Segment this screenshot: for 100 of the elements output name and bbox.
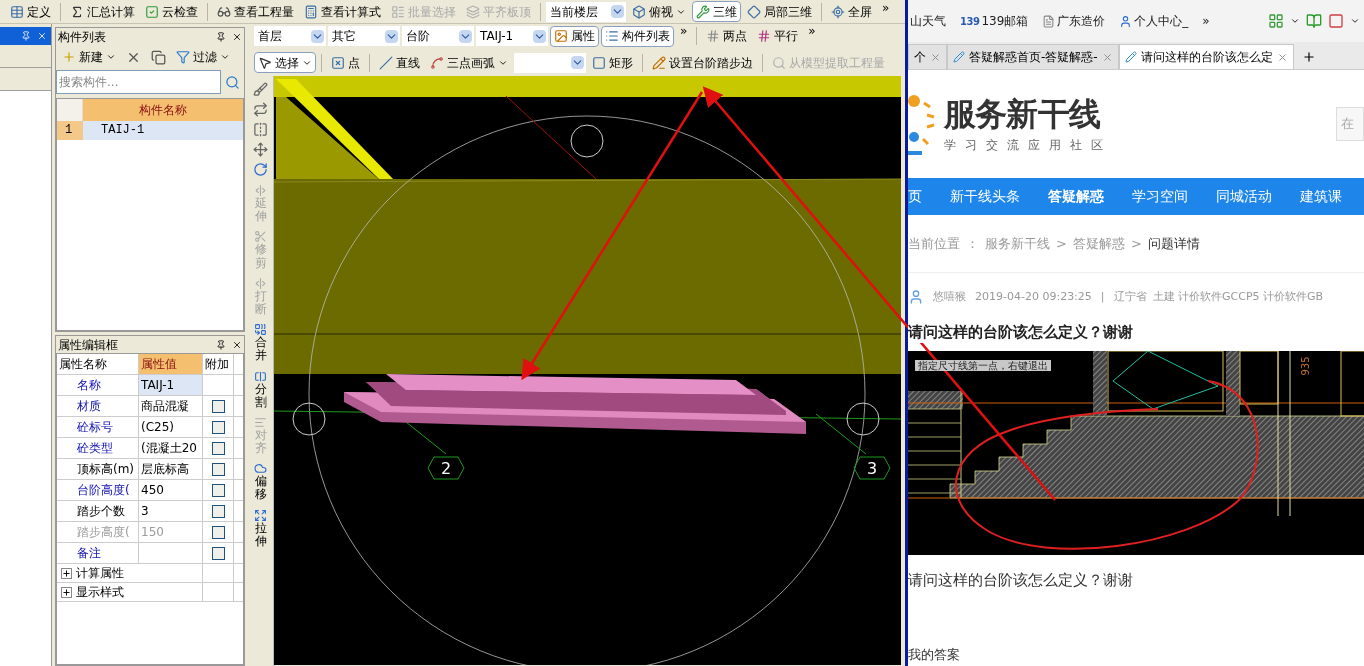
question-title: 请问这样的台阶该怎么定义？谢谢 — [908, 320, 1133, 344]
post-date: 2019-04-20 09:23:25 — [975, 288, 1092, 305]
more-button[interactable]: » — [676, 23, 692, 39]
dropdown-field[interactable]: TAIJ-1 — [476, 26, 548, 46]
property-value[interactable]: 450 — [139, 480, 203, 500]
property-value[interactable]: 商品混凝 — [139, 396, 203, 416]
toolbar-button[interactable]: 查看工程量 — [213, 1, 298, 22]
property-value[interactable]: TAIJ-1 — [139, 375, 203, 395]
nav-link[interactable]: 同城活动 — [1216, 186, 1272, 207]
caret-icon[interactable] — [1350, 16, 1360, 26]
list-icon — [391, 4, 405, 19]
toolbar-button[interactable]: 平行 — [753, 25, 803, 47]
search-icon — [772, 55, 786, 70]
column-header: 属性值 — [139, 354, 203, 374]
close-icon[interactable] — [232, 339, 242, 350]
more-button[interactable]: » — [878, 0, 894, 16]
table-cell[interactable]: TAIJ-1 — [83, 121, 243, 140]
toolbar-button[interactable]: 汇总计算 — [66, 1, 139, 22]
checkbox[interactable] — [211, 462, 225, 476]
property-value[interactable]: 3 — [139, 501, 203, 521]
browser-tab[interactable]: 答疑解惑首页-答疑解惑- — [947, 44, 1119, 69]
checkbox[interactable] — [211, 420, 225, 434]
toolbar-button[interactable]: 三点画弧 — [426, 52, 512, 73]
expand-toggle[interactable] — [61, 586, 72, 598]
property-name: 踏步个数 — [57, 501, 139, 521]
toolbar-button[interactable]: 云检查 — [141, 1, 202, 22]
property-name: 砼类型 — [57, 438, 139, 458]
column-header[interactable]: 构件名称 — [83, 99, 243, 121]
property-name: 材质 — [57, 396, 139, 416]
axis-label-marker: 2 — [427, 456, 465, 480]
toolbar-button[interactable]: 直线 — [375, 52, 424, 73]
toolbar-button[interactable]: 定义 — [6, 1, 55, 22]
toolbar-button[interactable]: 查看计算式 — [300, 1, 385, 22]
expand-toggle[interactable] — [61, 567, 72, 579]
reader-icon[interactable] — [1328, 13, 1344, 29]
checkbox[interactable] — [211, 546, 225, 560]
dropdown-field[interactable]: 当前楼层 — [546, 1, 626, 22]
search-icon[interactable] — [225, 74, 240, 90]
toolbar-button[interactable]: 三维 — [692, 1, 741, 22]
more-button[interactable]: » — [804, 23, 820, 39]
tool-button[interactable]: 拉伸 — [254, 506, 267, 548]
toolbar-button[interactable]: 全屏 — [827, 1, 876, 22]
bookmark-link[interactable]: 山天气 — [910, 12, 946, 30]
checkbox[interactable] — [211, 483, 225, 497]
nav-link[interactable]: 建筑课 — [1300, 186, 1342, 207]
tool-button[interactable]: 分割 — [254, 367, 267, 409]
mirror-icon[interactable] — [253, 122, 268, 137]
search-field[interactable]: 搜索构件... — [56, 70, 221, 94]
toolbar-button[interactable]: 俯视 — [628, 1, 690, 22]
bookmark-link[interactable]: 139 139邮箱 — [960, 12, 1029, 30]
toolbar-button[interactable]: 设置台阶踏步边 — [648, 52, 757, 73]
merge-icon — [254, 323, 267, 337]
browser-tab[interactable]: 个 — [908, 44, 947, 69]
nav-link[interactable]: 答疑解惑 — [1048, 186, 1104, 207]
dropdown-field[interactable]: 台阶 — [402, 26, 474, 46]
bookmark-link[interactable]: 个人中心_ — [1119, 12, 1189, 30]
toolbar-button[interactable]: 构件列表 — [601, 25, 674, 47]
dropdown-field[interactable]: 首层 — [254, 26, 326, 46]
toolbar-button[interactable]: 属性 — [550, 25, 599, 47]
toolbar-button[interactable]: 新建 — [58, 46, 120, 68]
nav-link[interactable]: 页 — [908, 186, 922, 207]
book-icon[interactable] — [1306, 13, 1322, 29]
toolbar-button[interactable]: 两点 — [702, 25, 752, 47]
extend-icon — [254, 184, 267, 197]
apps-icon[interactable] — [1268, 13, 1284, 29]
checkbox[interactable] — [211, 399, 225, 413]
nav-link[interactable]: 新干线头条 — [950, 186, 1020, 207]
rotate-icon[interactable] — [253, 162, 268, 177]
tab-title: 个 — [914, 49, 926, 66]
bookmark-link[interactable]: 广东造价 — [1042, 12, 1106, 30]
toolbar-button[interactable]: 过滤 — [172, 46, 234, 68]
caret-icon — [611, 5, 624, 18]
property-value[interactable]: (混凝土20 — [139, 438, 203, 458]
rectangle-icon — [592, 55, 606, 70]
toolbar-button[interactable]: 选择 — [254, 52, 316, 73]
pin-icon[interactable] — [216, 339, 226, 350]
close-icon[interactable] — [232, 31, 242, 42]
toolbar-button[interactable]: 局部三维 — [743, 1, 816, 22]
move-icon[interactable] — [253, 142, 268, 157]
dropdown-field[interactable] — [514, 52, 586, 73]
new-tab-icon[interactable] — [1301, 50, 1316, 64]
tool-button[interactable]: 合并 — [254, 321, 267, 363]
pin-icon[interactable] — [216, 31, 226, 42]
checkbox[interactable] — [211, 504, 225, 518]
caret-icon[interactable] — [1290, 16, 1300, 26]
dropdown-field[interactable]: 其它 — [328, 26, 400, 46]
3d-viewport[interactable]: 2 3 — [274, 76, 901, 665]
property-value[interactable]: 层底标高 — [139, 459, 203, 479]
browser-tab[interactable]: 请问这样的台阶该怎么定 — [1118, 44, 1294, 69]
toolbar-button[interactable]: 点 — [327, 52, 364, 73]
brush-icon[interactable] — [253, 82, 268, 97]
toolbar-button[interactable]: 矩形 — [588, 52, 637, 73]
checkbox[interactable] — [211, 441, 225, 455]
nav-link[interactable]: 学习空间 — [1132, 186, 1188, 207]
property-value[interactable]: (C25) — [139, 417, 203, 437]
bookmark-link[interactable]: » — [1202, 12, 1210, 30]
tool-button[interactable]: 偏移 — [254, 460, 267, 502]
checkbox[interactable] — [211, 525, 225, 539]
pin-icon[interactable] — [21, 31, 31, 41]
column-header: 附加 — [203, 354, 234, 374]
